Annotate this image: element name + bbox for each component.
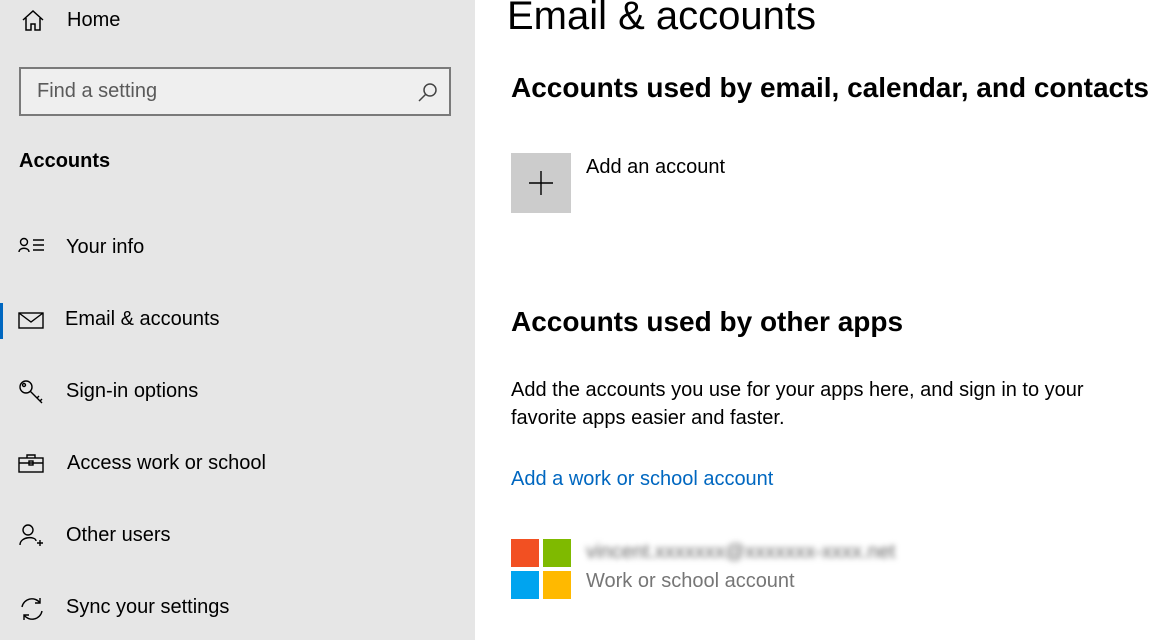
mail-icon bbox=[18, 307, 46, 335]
search-box[interactable] bbox=[19, 67, 451, 116]
add-person-icon bbox=[18, 523, 46, 551]
page-title: Email & accounts bbox=[507, 0, 817, 38]
plus-icon bbox=[529, 171, 553, 195]
home-icon bbox=[20, 8, 46, 34]
home-label: Home bbox=[67, 9, 121, 31]
sync-icon bbox=[18, 595, 46, 623]
other-apps-description: Add the accounts you use for your apps h… bbox=[511, 379, 1084, 429]
plus-tile bbox=[511, 153, 571, 213]
person-list-icon bbox=[18, 235, 46, 263]
section-heading-other-apps: Accounts used by other apps bbox=[511, 306, 904, 337]
account-entry[interactable]: vincent.xxxxxxx@xxxxxxx-xxxx.net Work or… bbox=[511, 539, 1131, 599]
add-account-button[interactable]: Add an account bbox=[511, 153, 911, 213]
sidebar: Home Accounts Your info bbox=[0, 0, 475, 640]
search-icon[interactable] bbox=[417, 81, 439, 103]
briefcase-icon bbox=[18, 451, 46, 479]
sidebar-item-your-info[interactable]: Your info bbox=[0, 223, 475, 275]
sidebar-item-other-users[interactable]: Other users bbox=[0, 511, 475, 563]
add-work-school-account-link[interactable]: Add a work or school account bbox=[511, 468, 773, 491]
sidebar-item-label: Email & accounts bbox=[65, 308, 220, 330]
sidebar-item-label: Sign-in options bbox=[66, 380, 199, 402]
sidebar-item-label: Other users bbox=[66, 524, 171, 546]
add-account-label: Add an account bbox=[586, 156, 725, 178]
search-input[interactable] bbox=[21, 69, 411, 114]
home-nav-item[interactable]: Home bbox=[0, 0, 475, 42]
section-heading-email-accounts: Accounts used by email, calendar, and co… bbox=[511, 72, 1149, 103]
section-title: Accounts bbox=[19, 150, 111, 172]
sidebar-item-label: Your info bbox=[66, 236, 145, 258]
sidebar-item-label: Access work or school bbox=[67, 452, 266, 474]
sidebar-item-sign-in-options[interactable]: Sign-in options bbox=[0, 367, 475, 419]
microsoft-logo-icon bbox=[511, 539, 571, 599]
sidebar-item-label: Sync your settings bbox=[66, 596, 230, 618]
account-type: Work or school account bbox=[586, 570, 795, 592]
account-email: vincent.xxxxxxx@xxxxxxx-xxxx.net bbox=[586, 541, 896, 563]
key-icon bbox=[18, 379, 46, 407]
sidebar-item-access-work-school[interactable]: Access work or school bbox=[0, 439, 475, 491]
sidebar-item-sync-settings[interactable]: Sync your settings bbox=[0, 583, 475, 635]
active-indicator bbox=[0, 303, 3, 339]
main-content: Email & accounts Accounts used by email,… bbox=[475, 0, 1151, 640]
sidebar-item-email-accounts[interactable]: Email & accounts bbox=[0, 295, 475, 347]
